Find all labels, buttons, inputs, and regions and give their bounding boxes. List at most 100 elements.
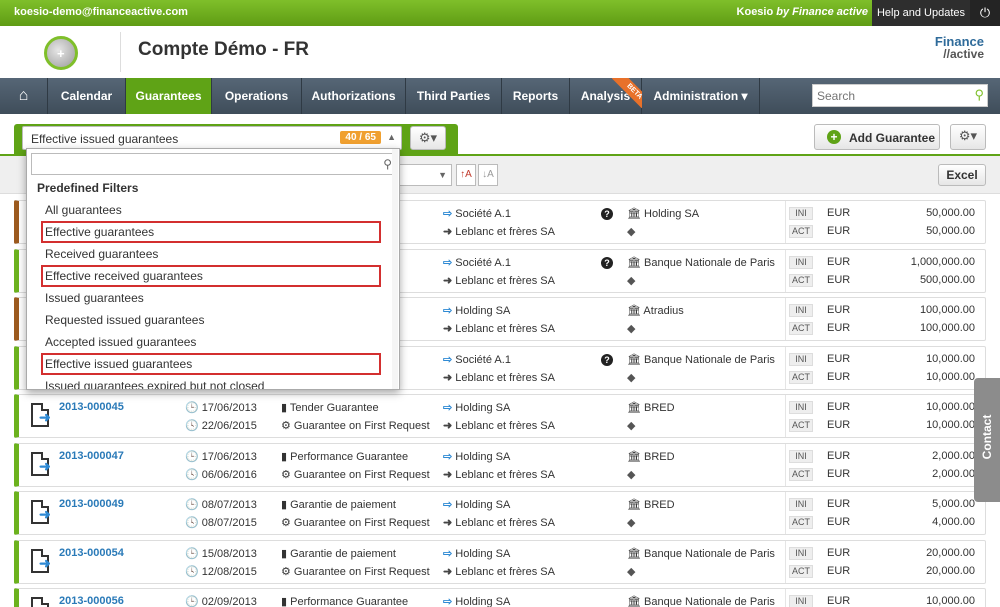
question-icon[interactable]: ?: [601, 353, 613, 366]
start-date: 🕒 17/06/2013: [185, 402, 257, 414]
issuer-value: Holding SA: [455, 547, 511, 560]
issuer-value: Holding SA: [455, 596, 511, 607]
bank: 🏛 BRED: [627, 450, 675, 463]
end-date: 🕓 08/07/2015: [185, 517, 257, 529]
question-icon[interactable]: ?: [601, 208, 613, 220]
bank-icon: 🏛: [627, 596, 641, 607]
question-icon[interactable]: ?: [601, 256, 613, 269]
filter-settings-button[interactable]: ⚙▾: [410, 126, 446, 150]
filter-option[interactable]: Requested issued guarantees: [41, 309, 381, 331]
guarantee-ref[interactable]: 2013-000049: [59, 498, 124, 510]
search-icon[interactable]: ⚲: [974, 87, 984, 103]
search-icon: ⚲: [383, 157, 392, 171]
filter-option[interactable]: Received guarantees: [41, 243, 381, 265]
currency: EUR: [827, 546, 851, 559]
sort-desc-button[interactable]: ↓A: [478, 164, 498, 186]
currency: EUR: [827, 498, 851, 510]
guarantee-type: ▮ Garantie de paiement: [281, 499, 396, 511]
bank-value: Banque Nationale de Paris: [644, 353, 775, 366]
start-date-value: 15/08/2013: [201, 547, 257, 560]
filter-option[interactable]: Accepted issued guarantees: [41, 331, 381, 353]
app-logo-icon[interactable]: +: [44, 36, 78, 70]
nav-calendar[interactable]: Calendar: [48, 78, 126, 114]
excel-export-button[interactable]: Excel: [938, 164, 986, 186]
nav-operations[interactable]: Operations: [212, 78, 302, 114]
nav-authorizations[interactable]: Authorizations: [302, 78, 406, 114]
top-bar: koesio-demo@financeactive.com Koesio by …: [0, 0, 1000, 26]
filter-search-input[interactable]: ⚲: [31, 153, 397, 175]
filter-option[interactable]: Effective guarantees: [41, 221, 381, 243]
actual-amount: 2,000.00: [932, 467, 975, 480]
guarantee-ref[interactable]: 2013-000056: [59, 595, 124, 607]
filter-select[interactable]: Effective issued guarantees 40 / 65 ▲: [22, 126, 402, 150]
beneficiary-value: Leblanc et frères SA: [455, 274, 555, 287]
bank-value: BRED: [644, 450, 675, 463]
nav-guarantees[interactable]: Guarantees: [126, 78, 212, 114]
contact-tab[interactable]: Contact: [974, 378, 1000, 502]
start-date: 🕒 02/09/2013: [185, 596, 257, 607]
column-divider: [785, 492, 786, 534]
filter-option[interactable]: Issued guarantees expired but not closed: [41, 375, 381, 389]
guarantee-form: ⚙ Guarantee on First Request: [281, 468, 430, 481]
filter-option[interactable]: Effective received guarantees: [41, 265, 381, 287]
page-settings-button[interactable]: ⚙▾: [950, 124, 986, 150]
gear-icon: ⚙▾: [418, 130, 438, 145]
nav-reports[interactable]: Reports: [502, 78, 570, 114]
filter-option[interactable]: Effective issued guarantees: [41, 353, 381, 375]
issuer-value: Holding SA: [455, 305, 511, 317]
column-divider: [785, 201, 786, 243]
bank-value: Atradius: [643, 305, 684, 317]
table-row[interactable]: ➜ 2013-000056 🕒 02/09/2013 ▮ Performance Gu…: [14, 588, 986, 607]
act-label: ACT: [789, 225, 813, 238]
table-row[interactable]: ➜ 2013-000054 🕒 15/08/2013 🕓 12/08/2015 ▮ Ga…: [14, 539, 986, 584]
brand-label: Koesio by Finance active: [737, 6, 868, 18]
document-icon: ➜: [31, 548, 51, 573]
beneficiary: ➜ Leblanc et frères SA: [443, 274, 555, 287]
guarantee-type: ▮ Performance Guarantee: [281, 450, 409, 463]
guarantee-ref[interactable]: 2013-000054: [59, 547, 124, 559]
beneficiary-value: Leblanc et frères SA: [455, 371, 555, 384]
sort-select[interactable]: ▼: [398, 164, 452, 186]
logo-line2: //active: [943, 47, 984, 61]
issuer: ⇨ Holding SA: [443, 304, 510, 317]
ini-label: INI: [789, 546, 813, 560]
nav-administration[interactable]: Administration ▾: [642, 78, 760, 114]
filter-option[interactable]: All guarantees: [41, 199, 381, 221]
guarantee-type-value: Performance Guarantee: [290, 596, 409, 607]
tag-icon: ◆: [627, 565, 636, 578]
actual-amount: 20,000.00: [926, 564, 975, 577]
issuer-value: Société A.1: [455, 353, 511, 366]
beneficiary: ➜ Leblanc et frères SA: [443, 419, 555, 432]
table-row[interactable]: ➜ 2013-000045 🕒 17/06/2013 🕓 22/06/2015 ▮ Te…: [14, 394, 986, 438]
power-icon[interactable]: ⏻: [970, 0, 1000, 26]
actual-amount: 4,000.00: [932, 516, 975, 528]
search-input[interactable]: [813, 85, 963, 106]
act-label: ACT: [789, 516, 813, 529]
guarantee-type-value: Garantie de paiement: [290, 547, 396, 560]
nav-third-parties[interactable]: Third Parties: [406, 78, 502, 114]
currency: EUR: [827, 401, 851, 413]
bank-icon: 🏛: [627, 353, 641, 366]
predefined-filters-header: Predefined Filters: [37, 181, 139, 195]
actual-amount: 500,000.00: [919, 273, 975, 286]
issuer-value: Société A.1: [455, 256, 511, 269]
beneficiary-value: Leblanc et frères SA: [455, 226, 555, 238]
sort-asc-button[interactable]: ↑A: [456, 164, 476, 186]
table-row[interactable]: ➜ 2013-000049 🕒 08/07/2013 🕓 08/07/2015 ▮ Ga…: [14, 491, 986, 535]
help-updates-button[interactable]: Help and Updates: [872, 0, 970, 26]
guarantee-ref[interactable]: 2013-000047: [59, 450, 124, 462]
guarantee-ref[interactable]: 2013-000045: [59, 401, 124, 413]
sign-in-icon: ➜: [443, 226, 453, 238]
brand-by: by Finance active: [776, 6, 868, 18]
initial-amount: 1,000,000.00: [910, 255, 975, 268]
arrow-right-icon: ⇨: [443, 547, 453, 560]
table-row[interactable]: ➜ 2013-000047 🕒 17/06/2013 🕓 06/06/2016 ▮ Pe…: [14, 442, 986, 487]
scrollbar[interactable]: [392, 149, 398, 389]
filter-option[interactable]: Issued guarantees: [41, 287, 381, 309]
beneficiary: ➜ Leblanc et frères SA: [443, 468, 555, 481]
arrow-right-icon: ⇨: [443, 596, 453, 607]
tag-icon: ◆: [627, 323, 636, 335]
home-icon[interactable]: ⌂: [0, 78, 48, 114]
add-guarantee-button[interactable]: + Add Guarantee: [814, 124, 940, 150]
act-label: ACT: [789, 322, 813, 335]
